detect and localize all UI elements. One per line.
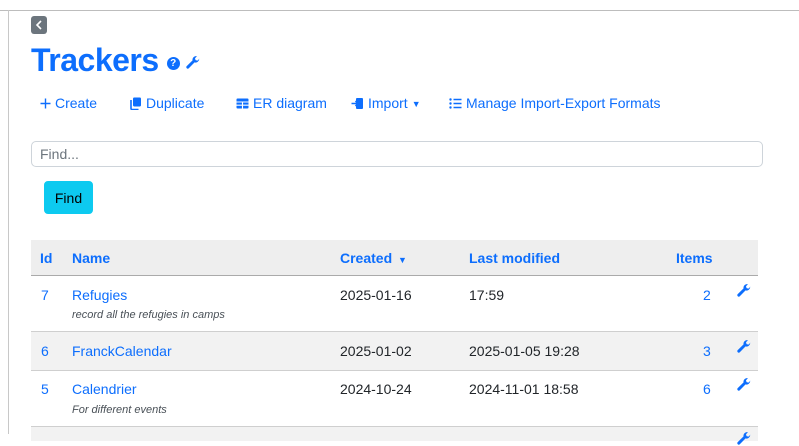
back-button[interactable]: [31, 16, 47, 34]
er-diagram-label: ER diagram: [253, 95, 327, 111]
column-header-name[interactable]: Name: [72, 250, 110, 266]
copy-icon: [130, 97, 141, 110]
wrench-icon[interactable]: [185, 56, 200, 70]
row-created: 2025-01-02: [340, 343, 412, 359]
column-header-last-modified[interactable]: Last modified: [469, 250, 560, 266]
search-input[interactable]: [31, 141, 763, 167]
import-label: Import: [368, 95, 408, 111]
column-header-created[interactable]: Created ▼: [340, 250, 407, 266]
table-icon: [236, 98, 249, 108]
row-items-link[interactable]: 3: [703, 343, 711, 359]
row-items-link[interactable]: 2: [703, 287, 711, 303]
wrench-icon[interactable]: [737, 378, 751, 392]
column-header-items[interactable]: Items: [676, 250, 713, 266]
window-left-edge: [8, 10, 9, 434]
row-created: 2024-10-24: [340, 381, 412, 397]
row-id[interactable]: 7: [41, 287, 49, 303]
table-row: 6 FranckCalendar 2025-01-02 2025-01-05 1…: [31, 332, 758, 371]
row-description: For different events: [72, 404, 167, 416]
caret-down-icon: ▼: [411, 99, 421, 109]
wrench-icon[interactable]: [737, 284, 751, 298]
row-last-modified: 17:59: [469, 287, 505, 303]
chevron-left-icon: [35, 20, 42, 30]
row-name-link[interactable]: Refugies: [72, 287, 127, 303]
table-row: 7 Refugies record all the refugies in ca…: [31, 276, 758, 332]
manage-formats-button[interactable]: Manage Import-Export Formats: [449, 95, 661, 111]
duplicate-label: Duplicate: [146, 95, 205, 111]
create-label: Create: [55, 95, 98, 111]
row-items-link[interactable]: 6: [703, 381, 711, 397]
import-dropdown[interactable]: Import ▼: [351, 95, 421, 111]
window-top-edge: [0, 0, 799, 11]
create-button[interactable]: Create: [40, 95, 97, 111]
trackers-table: Id Name Created ▼ Last modified Items 7 …: [31, 240, 758, 445]
column-header-id[interactable]: Id: [40, 250, 52, 266]
duplicate-button[interactable]: Duplicate: [130, 95, 204, 111]
table-row: 5 Calendrier For different events 2024-1…: [31, 371, 758, 427]
plus-icon: [40, 98, 51, 108]
row-id[interactable]: 6: [41, 343, 49, 359]
page-header: Trackers ?: [31, 40, 200, 80]
er-diagram-button[interactable]: ER diagram: [236, 95, 327, 111]
table-header: Id Name Created ▼ Last modified Items: [31, 240, 758, 276]
list-icon: [449, 97, 462, 109]
question-circle-icon[interactable]: ?: [166, 56, 180, 70]
row-name-link[interactable]: Calendrier: [72, 381, 137, 397]
row-last-modified: 2024-11-01 18:58: [469, 381, 579, 397]
row-created: 2025-01-16: [340, 287, 412, 303]
page-title: Trackers: [31, 41, 159, 78]
import-icon: [351, 97, 363, 109]
row-id[interactable]: 5: [41, 381, 49, 397]
wrench-icon[interactable]: [737, 340, 751, 354]
table-row-partial: [31, 427, 758, 445]
row-last-modified: 2025-01-05 19:28: [469, 343, 580, 359]
manage-formats-label: Manage Import-Export Formats: [466, 95, 661, 111]
row-description: record all the refugies in camps: [72, 309, 225, 321]
find-button[interactable]: Find: [44, 181, 93, 214]
column-header-created-label: Created: [340, 250, 393, 266]
caret-down-icon: ▼: [398, 255, 407, 265]
wrench-icon[interactable]: [737, 432, 751, 446]
row-name-link[interactable]: FranckCalendar: [72, 343, 172, 359]
